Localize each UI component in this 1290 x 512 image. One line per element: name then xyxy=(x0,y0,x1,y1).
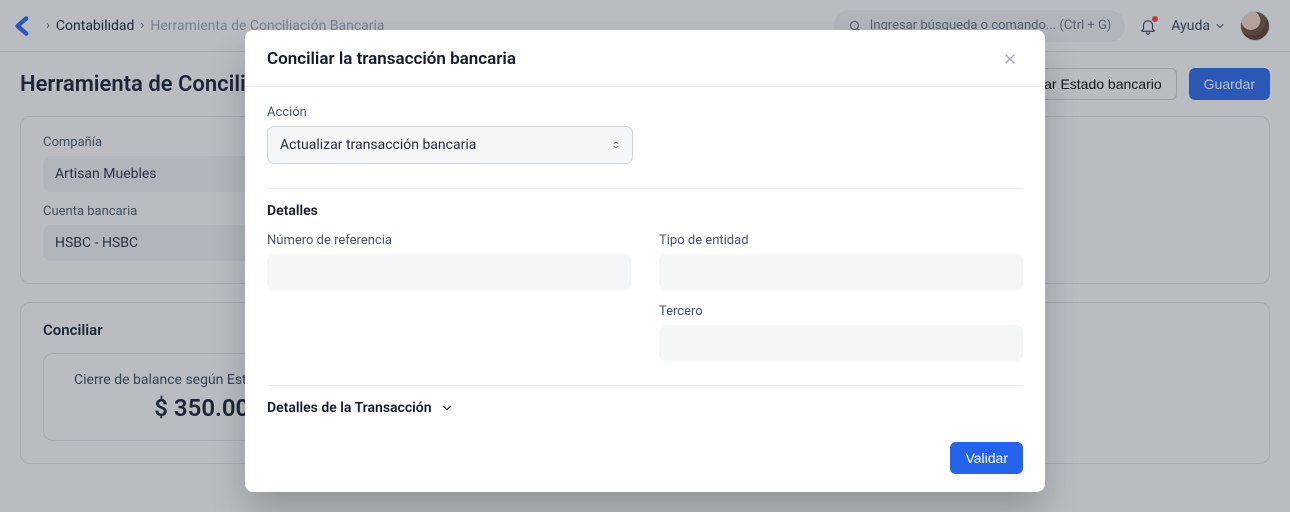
validate-button[interactable]: Validar xyxy=(950,442,1023,474)
modal-title: Conciliar la transacción bancaria xyxy=(267,49,997,69)
action-select-value: Actualizar transacción bancaria xyxy=(280,137,476,153)
details-heading: Detalles xyxy=(267,203,1023,219)
details-grid: Número de referencia Tipo de entidad Ter… xyxy=(267,233,1023,361)
modal-overlay[interactable]: Conciliar la transacción bancaria Acción… xyxy=(0,0,1290,512)
tx-details-toggle[interactable]: Detalles de la Transacción xyxy=(267,400,1023,416)
party-label: Tercero xyxy=(659,304,1023,319)
close-icon xyxy=(1002,51,1018,67)
action-select[interactable]: Actualizar transacción bancaria xyxy=(267,126,633,164)
modal-header: Conciliar la transacción bancaria xyxy=(245,30,1045,87)
reference-label: Número de referencia xyxy=(267,233,631,248)
entity-type-label: Tipo de entidad xyxy=(659,233,1023,248)
modal-footer: Validar xyxy=(245,428,1045,492)
entity-type-input[interactable] xyxy=(659,254,1023,290)
chevron-down-icon xyxy=(440,401,454,415)
party-input[interactable] xyxy=(659,325,1023,361)
divider xyxy=(267,385,1023,386)
select-chevron-icon xyxy=(610,139,622,151)
reconcile-modal: Conciliar la transacción bancaria Acción… xyxy=(245,30,1045,492)
modal-close-button[interactable] xyxy=(997,46,1023,72)
modal-body: Acción Actualizar transacción bancaria D… xyxy=(245,87,1045,428)
action-label: Acción xyxy=(267,105,1023,120)
divider xyxy=(267,188,1023,189)
reference-input[interactable] xyxy=(267,254,631,290)
